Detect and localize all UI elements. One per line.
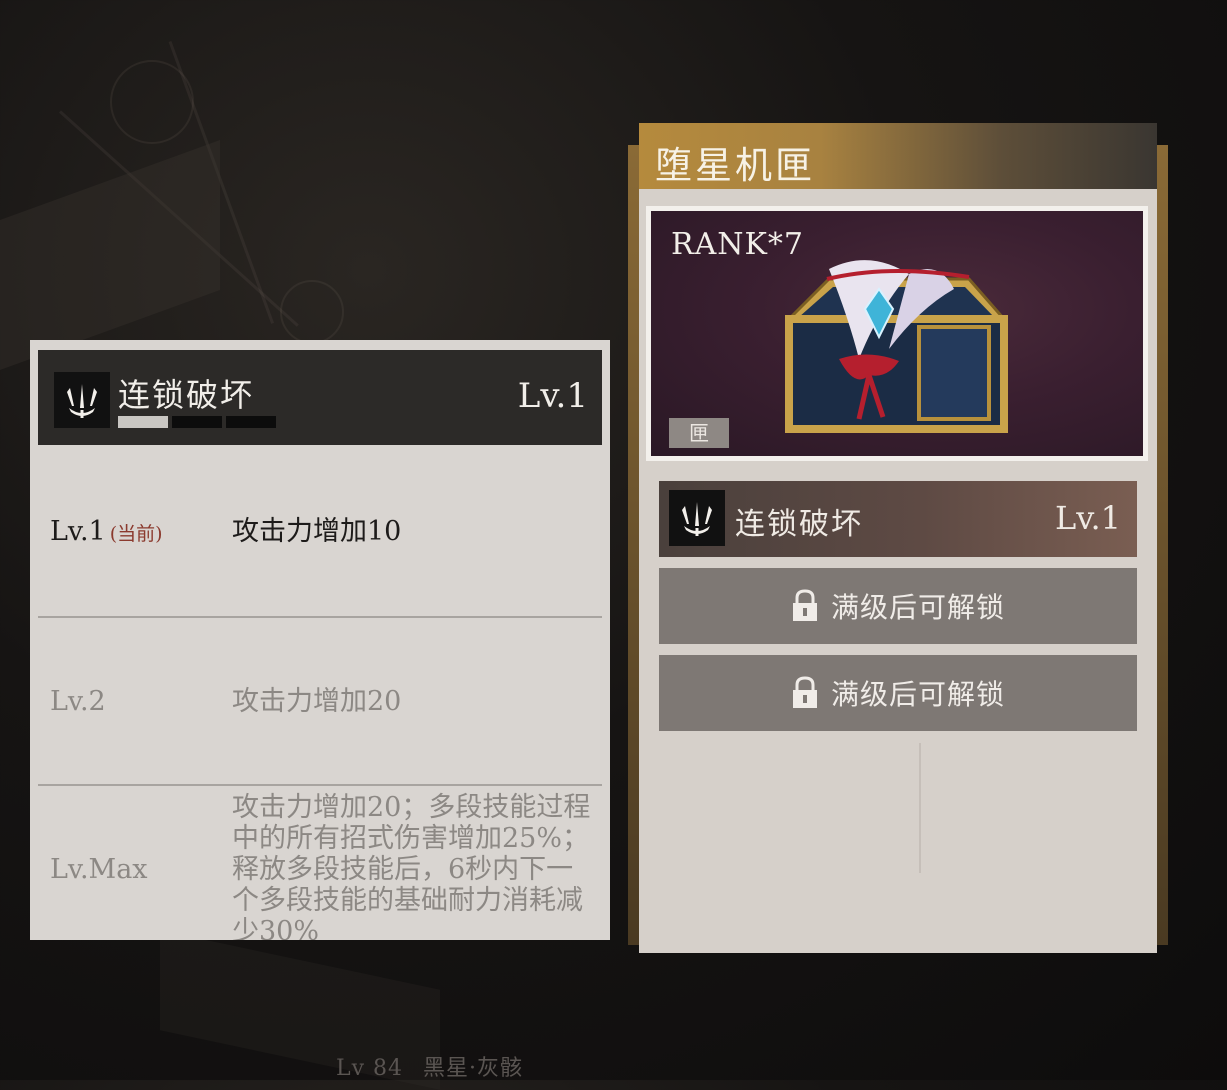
level-label: Lv.2	[50, 686, 106, 717]
level-row: Lv.1 (当前) 攻击力增加10	[38, 450, 602, 618]
level-description: 攻击力增加20；多段技能过程中的所有招式伤害增加25%；释放多段技能后，6秒内下…	[232, 792, 591, 940]
trident-skill-icon	[54, 372, 110, 428]
skill-header: 连锁破坏 Lv.1	[38, 350, 602, 445]
level-description: 攻击力增加20	[232, 686, 402, 717]
skill-name: 连锁破坏	[118, 376, 255, 414]
progress-segment	[226, 416, 276, 428]
lock-icon	[792, 589, 817, 621]
skill-detail-panel: 连锁破坏 Lv.1 Lv.1 (当前) 攻击力增加10 Lv.2 攻击力增加20 …	[30, 340, 610, 940]
progress-segment	[118, 416, 168, 428]
background-shape	[0, 139, 220, 371]
item-skill-level: Lv.1	[1054, 499, 1121, 537]
background-ornament	[280, 280, 344, 344]
item-title: 堕星机匣	[655, 144, 815, 187]
item-image-frame: RANK*7 匣	[646, 206, 1148, 461]
level-row: Lv.2 攻击力增加20	[38, 618, 602, 786]
locked-skill-slot[interactable]: 满级后可解锁	[659, 655, 1137, 731]
item-title-bar: 堕星机匣	[639, 123, 1157, 189]
progress-segment	[172, 416, 222, 428]
skill-progress-bar	[118, 416, 276, 428]
level-label: Lv.Max	[50, 854, 148, 885]
panel-divider	[919, 743, 921, 873]
trident-skill-icon	[669, 490, 725, 546]
item-skill-bar[interactable]: 连锁破坏 Lv.1	[659, 481, 1137, 557]
item-image: RANK*7 匣	[651, 211, 1143, 456]
item-skill-name: 连锁破坏	[735, 507, 863, 542]
current-tag: (当前)	[109, 523, 163, 545]
locked-slot-text: 满级后可解锁	[830, 591, 1005, 624]
locked-skill-slot[interactable]: 满级后可解锁	[659, 568, 1137, 644]
locked-slot-text: 满级后可解锁	[830, 678, 1005, 711]
item-panel: 堕星机匣 RANK*7 匣 连锁破坏 Lv.1 满级后可解锁 满级后可解锁	[639, 123, 1157, 953]
character-level: Lv 84	[336, 1056, 404, 1081]
level-row: Lv.Max 攻击力增加20；多段技能过程中的所有招式伤害增加25%；释放多段技…	[38, 786, 602, 940]
character-name: 黑星·灰骸	[423, 1056, 524, 1081]
level-description: 攻击力增加10	[232, 516, 402, 547]
lock-icon	[792, 676, 817, 708]
chest-illustration	[785, 260, 1008, 433]
skill-level: Lv.1	[517, 376, 588, 416]
level-label: Lv.1 (当前)	[50, 516, 163, 547]
character-label: Lv 84 黑星·灰骸	[336, 1050, 543, 1082]
item-type-tag: 匣	[669, 418, 729, 448]
